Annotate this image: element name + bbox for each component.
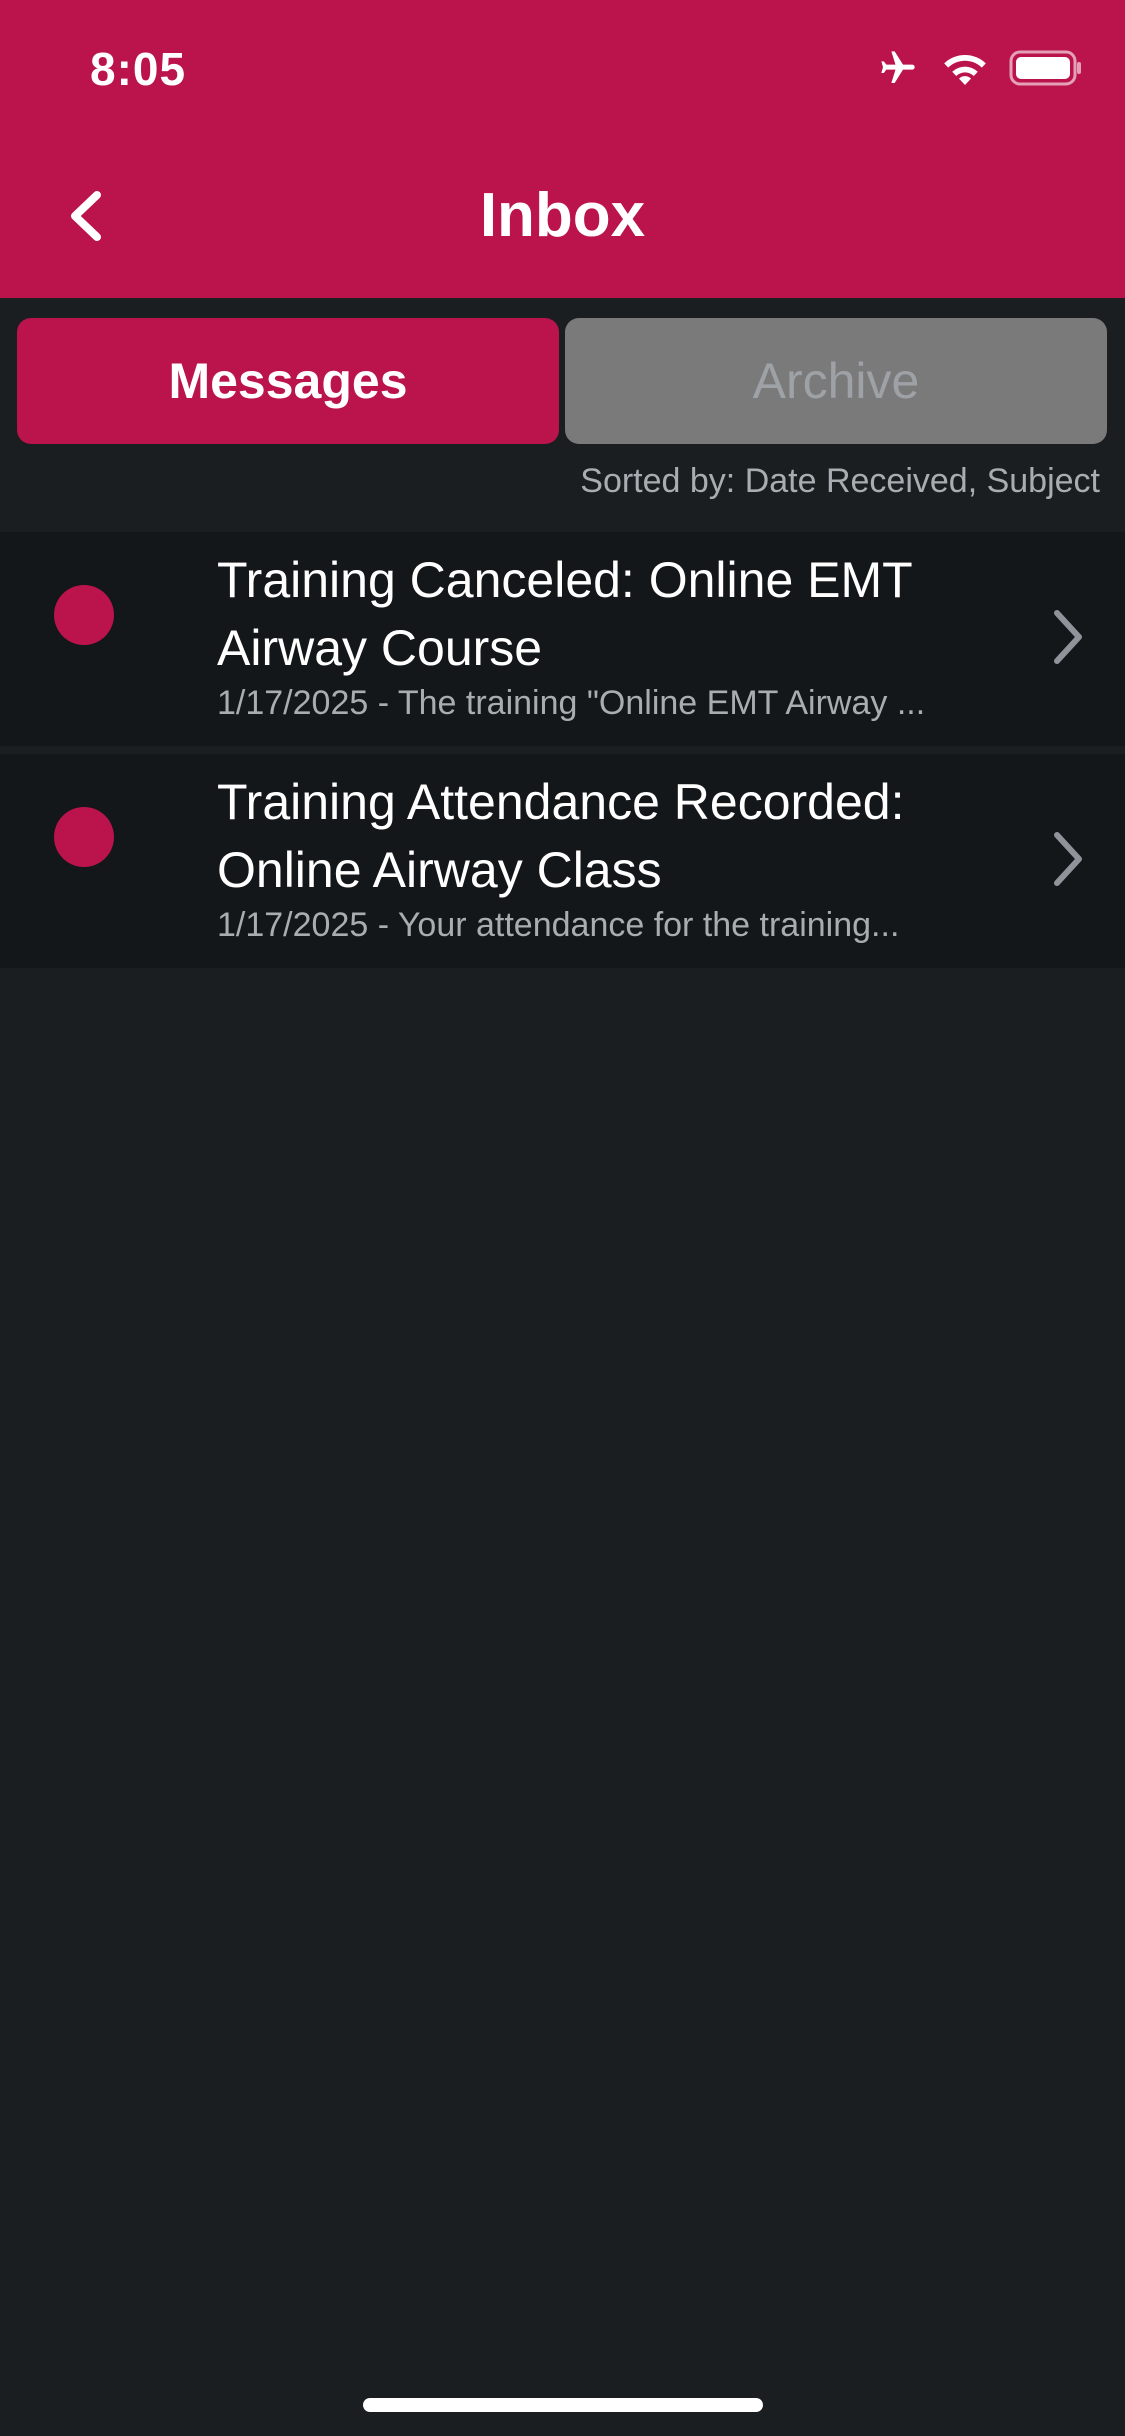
message-row[interactable]: Training Canceled: Online EMT Airway Cou…	[0, 532, 1125, 746]
tab-archive[interactable]: Archive	[565, 318, 1107, 444]
chevron-right-icon	[1047, 607, 1087, 667]
message-title: Training Attendance Recorded: Online Air…	[217, 774, 905, 898]
chevron-right-icon	[1047, 829, 1087, 889]
page-title: Inbox	[479, 181, 646, 250]
unread-dot-icon	[54, 585, 114, 645]
tab-messages[interactable]: Messages	[17, 318, 559, 444]
message-title: Training Canceled: Online EMT Airway Cou…	[217, 552, 912, 676]
app-header: 8:05 Inbox	[0, 0, 1125, 298]
message-list: Training Canceled: Online EMT Airway Cou…	[0, 532, 1125, 976]
message-preview: 1/17/2025 - The training "Online EMT Air…	[217, 684, 926, 722]
wifi-icon	[941, 48, 989, 88]
status-time: 8:05	[90, 43, 187, 95]
battery-icon	[1009, 50, 1083, 86]
message-preview: 1/17/2025 - Your attendance for the trai…	[217, 906, 900, 944]
message-row[interactable]: Training Attendance Recorded: Online Air…	[0, 754, 1125, 968]
sort-label: Sorted by: Date Received, Subject	[580, 462, 1100, 500]
home-indicator[interactable]	[363, 2398, 763, 2412]
unread-dot-icon	[54, 807, 114, 867]
airplane-icon	[875, 48, 921, 88]
status-icons	[875, 44, 1083, 92]
inbox-tabs: Messages Archive	[17, 318, 1107, 444]
